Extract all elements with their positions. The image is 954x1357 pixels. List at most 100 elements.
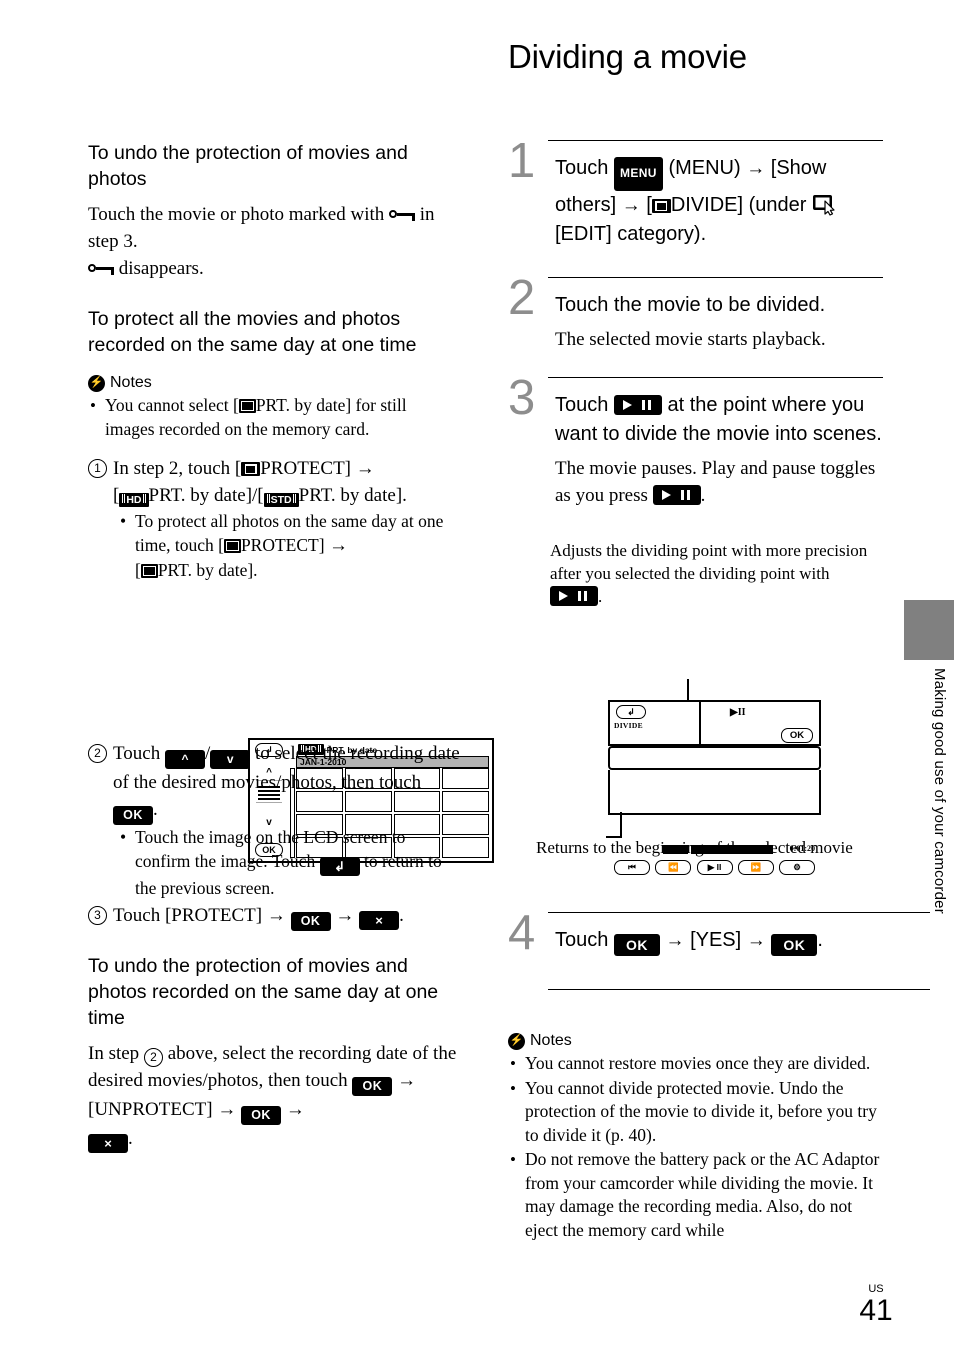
step-number: 1 — [508, 134, 536, 188]
undo-day-paragraph: In step 2 above, select the recording da… — [88, 1040, 460, 1153]
step-4: 4 Touch OK → [YES] → OK. — [508, 906, 930, 991]
step2-sub-list: Touch the image on the LCD screen to con… — [113, 825, 460, 900]
sub-list-item: Touch the image on the LCD screen to con… — [113, 825, 460, 900]
arrow-icon: → — [285, 1099, 305, 1120]
edit-category-icon — [812, 194, 838, 216]
movie-icon — [241, 462, 261, 476]
std-badge-icon: STD — [263, 493, 299, 507]
arrow-icon: → — [355, 458, 375, 479]
menu-button[interactable]: MENU — [613, 157, 663, 191]
step3-text-b: . — [399, 905, 404, 926]
step1-text-d: PRT. by date]/[ — [148, 485, 264, 506]
ok-button[interactable]: OK — [113, 806, 153, 825]
key-disappears-text: disappears. — [118, 258, 204, 279]
step-divider — [548, 140, 883, 142]
photo-icon — [223, 539, 241, 553]
undo-day-text-c: [UNPROTECT] — [88, 1099, 213, 1120]
notes-label: Notes — [110, 374, 152, 391]
step-number: 4 — [508, 906, 536, 960]
divide-screen-transport-panel: 0:01:20 ⏮ ⏪ ▶ II ⏩ ⚙ — [608, 770, 821, 875]
arrow-icon: → — [665, 930, 685, 951]
key-icon — [88, 263, 114, 275]
arrow-icon: → — [217, 1099, 237, 1120]
undo-protection-text-a: Touch the movie or photo marked with — [88, 204, 385, 225]
back-button[interactable]: ↲ — [319, 857, 360, 876]
step2-text-c: . — [153, 799, 158, 820]
step-number: 2 — [508, 271, 536, 325]
callout-top-text: Adjusts the dividing point with more pre… — [550, 541, 868, 583]
frame-reverse-button[interactable]: ⏪ — [655, 860, 692, 875]
circle-number-2: 2 — [143, 1048, 163, 1067]
ok-button[interactable]: OK — [613, 934, 660, 956]
document-page: Dividing a movie To undo the protection … — [0, 0, 954, 1357]
note-item: You cannot select [PRT. by date] for sti… — [88, 394, 460, 441]
step1-text-a: Touch — [555, 157, 609, 179]
play-pause-button[interactable] — [652, 485, 701, 505]
callout-top-period: . — [598, 587, 603, 606]
page-folio: US 41 — [846, 1283, 906, 1327]
step4-text-c: . — [817, 929, 823, 951]
step-number: 3 — [508, 371, 536, 425]
callout-precision: Adjusts the dividing point with more pre… — [550, 539, 880, 608]
step-divider — [548, 277, 883, 279]
step3-sub-a: The movie pauses. Play and pause toggles… — [555, 458, 876, 506]
play-pause-button[interactable] — [550, 586, 598, 606]
undo-protection-paragraph: Touch the movie or photo marked with in … — [88, 201, 460, 255]
step3-text-a: Touch — [555, 394, 609, 416]
step-2-text: Touch the movie to be divided. — [555, 294, 826, 316]
close-button[interactable]: × — [359, 911, 400, 930]
step-1-text: Touch MENU (MENU) → [Show others] → [DIV… — [555, 140, 883, 249]
notes-list: You cannot select [PRT. by date] for sti… — [88, 394, 460, 441]
step-2: 2 Touch the movie to be divided. The sel… — [508, 271, 883, 353]
bottom-notes-block: Notes You cannot restore movies once the… — [508, 1032, 883, 1243]
list-item-step-2: 2 Touch ^ / v to select the recording date… — [88, 740, 460, 900]
frame-advance-button[interactable]: ⏩ — [737, 860, 774, 875]
step-divider — [548, 912, 930, 914]
step4-text-b: [YES] — [690, 929, 742, 951]
notes-label: Notes — [530, 1032, 572, 1049]
sub-list-item: To protect all photos on the same day at… — [113, 509, 460, 582]
screen-ok-button[interactable]: OK — [781, 728, 813, 743]
left-column: To undo the protection of movies and pho… — [88, 140, 494, 1157]
ok-button[interactable]: OK — [771, 934, 818, 956]
step1-text-a: In step 2, touch [ — [113, 458, 242, 479]
down-chevron-button[interactable]: v — [210, 750, 251, 769]
screen-back-button[interactable]: ↲ — [616, 705, 646, 719]
step1-text-e: DIVIDE] (under — [670, 194, 807, 216]
step-number-3: 3 — [88, 906, 107, 925]
play-pause-indicator: ▶II — [730, 707, 746, 718]
options-button[interactable]: ⚙ — [779, 860, 815, 875]
movie-icon — [651, 199, 671, 213]
step1-text-e: PRT. by date]. — [298, 485, 407, 506]
key-icon — [389, 209, 416, 221]
ok-button[interactable]: OK — [290, 912, 331, 931]
callout-return-to-beginning: Returns to the beginning of the selected… — [536, 838, 853, 857]
return-to-start-button[interactable]: ⏮ — [614, 860, 650, 875]
notes-header: Notes — [88, 374, 460, 392]
step-1: 1 Touch MENU (MENU) → [Show others] → [D… — [508, 134, 883, 249]
ok-button[interactable]: OK — [352, 1077, 393, 1096]
divide-screen[interactable]: ↲ DIVIDE ▶II OK ◀II II▶ 0:01:20 ⏮ ⏪ ▶ II… — [608, 700, 821, 875]
step1-sub-list: To protect all photos on the same day at… — [113, 509, 460, 582]
step3-text-a: Touch [PROTECT] — [113, 905, 263, 926]
notes-list: You cannot restore movies once they are … — [508, 1052, 883, 1242]
callout-leader-line-bottom — [620, 812, 622, 838]
play-pause-button[interactable]: ▶ II — [696, 860, 733, 875]
key-disappears-paragraph: disappears. — [88, 255, 460, 282]
panel-divider — [699, 702, 701, 748]
folio-number: 41 — [859, 1294, 893, 1327]
photo-icon — [140, 564, 158, 578]
arrow-icon: → — [266, 905, 286, 926]
step-divider-bottom — [548, 989, 930, 991]
up-chevron-button[interactable]: ^ — [164, 750, 205, 769]
note-item: You cannot divide protected movie. Undo … — [508, 1077, 883, 1148]
note-text-before: You cannot select [ — [105, 395, 239, 415]
ok-button[interactable]: OK — [241, 1106, 282, 1125]
hd-badge-icon: HD — [119, 493, 149, 507]
step4-text-a: Touch — [555, 929, 609, 951]
play-pause-button[interactable] — [613, 395, 662, 415]
step1-text-b: (MENU) — [668, 157, 741, 179]
close-button[interactable]: × — [88, 1134, 128, 1153]
step1-text-f: [EDIT] category). — [555, 223, 707, 245]
step2-text-a: Touch — [113, 743, 161, 764]
